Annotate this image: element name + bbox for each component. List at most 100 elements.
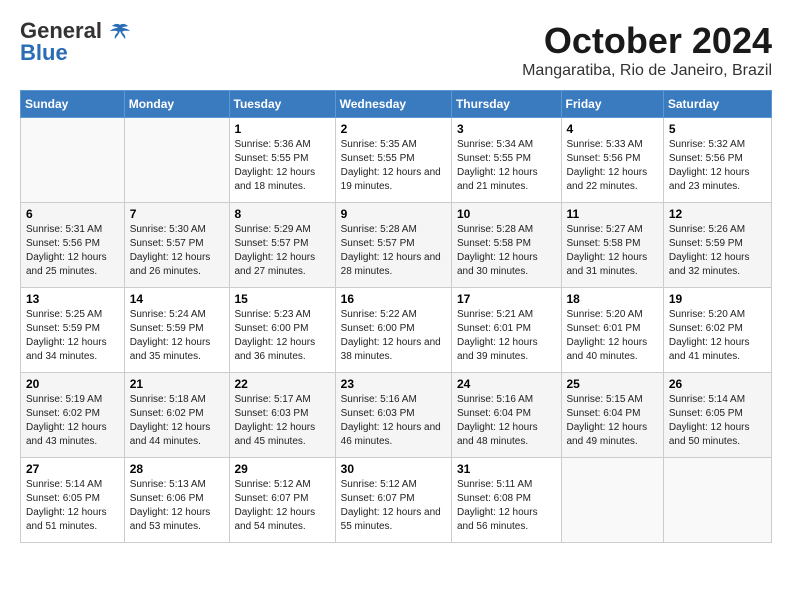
day-number: 9 xyxy=(341,207,446,221)
day-number: 29 xyxy=(235,462,330,476)
day-info: Sunrise: 5:14 AMSunset: 6:05 PMDaylight:… xyxy=(669,393,766,449)
day-info: Sunrise: 5:12 AMSunset: 6:07 PMDaylight:… xyxy=(341,478,446,534)
day-number: 19 xyxy=(669,292,766,306)
day-info: Sunrise: 5:13 AMSunset: 6:06 PMDaylight:… xyxy=(130,478,224,534)
weekday-header: Wednesday xyxy=(335,91,451,118)
calendar-day-cell: 7Sunrise: 5:30 AMSunset: 5:57 PMDaylight… xyxy=(124,203,229,288)
calendar-day-cell xyxy=(663,458,771,543)
calendar-day-cell: 14 Sunrise: 5:24 AMSunset: 5:59 PMDayligh… xyxy=(124,288,229,373)
day-number: 30 xyxy=(341,462,446,476)
day-info: Sunrise: 5:17 AMSunset: 6:03 PMDaylight:… xyxy=(235,393,330,449)
day-info: Sunrise: 5:14 AMSunset: 6:05 PMDaylight:… xyxy=(26,478,119,534)
calendar-day-cell: 5Sunrise: 5:32 AMSunset: 5:56 PMDaylight… xyxy=(663,118,771,203)
day-info: Sunrise: 5:28 AMSunset: 5:58 PMDaylight:… xyxy=(457,223,556,279)
calendar-week-row: 20Sunrise: 5:19 AMSunset: 6:02 PMDayligh… xyxy=(21,373,772,458)
calendar-day-cell: 3Sunrise: 5:34 AMSunset: 5:55 PMDaylight… xyxy=(451,118,561,203)
calendar-day-cell: 17 Sunrise: 5:21 AMSunset: 6:01 PMDayligh… xyxy=(451,288,561,373)
day-number: 12 xyxy=(669,207,766,221)
calendar-day-cell: 9 Sunrise: 5:28 AMSunset: 5:57 PMDaylight… xyxy=(335,203,451,288)
day-info: Sunrise: 5:30 AMSunset: 5:57 PMDaylight:… xyxy=(130,223,224,279)
day-number: 31 xyxy=(457,462,556,476)
calendar-day-cell: 16Sunrise: 5:22 AMSunset: 6:00 PMDayligh… xyxy=(335,288,451,373)
day-info: Sunrise: 5:29 AMSunset: 5:57 PMDaylight:… xyxy=(235,223,330,279)
day-info: Sunrise: 5:20 AMSunset: 6:01 PMDaylight:… xyxy=(567,308,658,364)
month-title: October 2024 xyxy=(522,20,772,62)
weekday-header: Sunday xyxy=(21,91,125,118)
calendar-week-row: 13 Sunrise: 5:25 AMSunset: 5:59 PMDayligh… xyxy=(21,288,772,373)
calendar-day-cell: 30 Sunrise: 5:12 AMSunset: 6:07 PMDayligh… xyxy=(335,458,451,543)
day-info: Sunrise: 5:28 AMSunset: 5:57 PMDaylight:… xyxy=(341,223,446,279)
calendar-day-cell: 11 Sunrise: 5:27 AMSunset: 5:58 PMDayligh… xyxy=(561,203,663,288)
calendar-day-cell xyxy=(124,118,229,203)
calendar-day-cell: 24Sunrise: 5:16 AMSunset: 6:04 PMDayligh… xyxy=(451,373,561,458)
calendar-week-row: 6 Sunrise: 5:31 AMSunset: 5:56 PMDaylight… xyxy=(21,203,772,288)
day-info: Sunrise: 5:15 AMSunset: 6:04 PMDaylight:… xyxy=(567,393,658,449)
day-info: Sunrise: 5:34 AMSunset: 5:55 PMDaylight:… xyxy=(457,138,556,194)
logo-blue: Blue xyxy=(20,42,68,64)
day-number: 21 xyxy=(130,377,224,391)
day-info: Sunrise: 5:25 AMSunset: 5:59 PMDaylight:… xyxy=(26,308,119,364)
day-info: Sunrise: 5:18 AMSunset: 6:02 PMDaylight:… xyxy=(130,393,224,449)
day-number: 1 xyxy=(235,122,330,136)
weekday-header: Thursday xyxy=(451,91,561,118)
calendar-day-cell: 8 Sunrise: 5:29 AMSunset: 5:57 PMDaylight… xyxy=(229,203,335,288)
day-number: 13 xyxy=(26,292,119,306)
day-number: 26 xyxy=(669,377,766,391)
day-number: 6 xyxy=(26,207,119,221)
weekday-header: Friday xyxy=(561,91,663,118)
calendar-day-cell: 1 Sunrise: 5:36 AMSunset: 5:55 PMDaylight… xyxy=(229,118,335,203)
day-info: Sunrise: 5:11 AMSunset: 6:08 PMDaylight:… xyxy=(457,478,556,534)
calendar-day-cell: 21 Sunrise: 5:18 AMSunset: 6:02 PMDayligh… xyxy=(124,373,229,458)
calendar-day-cell: 12 Sunrise: 5:26 AMSunset: 5:59 PMDayligh… xyxy=(663,203,771,288)
calendar-day-cell: 6 Sunrise: 5:31 AMSunset: 5:56 PMDaylight… xyxy=(21,203,125,288)
calendar-week-row: 27 Sunrise: 5:14 AMSunset: 6:05 PMDayligh… xyxy=(21,458,772,543)
calendar-day-cell: 19 Sunrise: 5:20 AMSunset: 6:02 PMDayligh… xyxy=(663,288,771,373)
day-info: Sunrise: 5:12 AMSunset: 6:07 PMDaylight:… xyxy=(235,478,330,534)
day-number: 8 xyxy=(235,207,330,221)
day-info: Sunrise: 5:22 AMSunset: 6:00 PMDaylight:… xyxy=(341,308,446,364)
day-number: 14 xyxy=(130,292,224,306)
day-info: Sunrise: 5:33 AMSunset: 5:56 PMDaylight:… xyxy=(567,138,658,194)
day-number: 22 xyxy=(235,377,330,391)
calendar-day-cell: 23Sunrise: 5:16 AMSunset: 6:03 PMDayligh… xyxy=(335,373,451,458)
day-number: 17 xyxy=(457,292,556,306)
day-number: 23 xyxy=(341,377,446,391)
calendar-day-cell: 15 Sunrise: 5:23 AMSunset: 6:00 PMDayligh… xyxy=(229,288,335,373)
calendar-day-cell: 13 Sunrise: 5:25 AMSunset: 5:59 PMDayligh… xyxy=(21,288,125,373)
day-number: 4 xyxy=(567,122,658,136)
day-info: Sunrise: 5:19 AMSunset: 6:02 PMDaylight:… xyxy=(26,393,119,449)
day-number: 2 xyxy=(341,122,446,136)
calendar-day-cell: 2Sunrise: 5:35 AMSunset: 5:55 PMDaylight… xyxy=(335,118,451,203)
calendar-table: SundayMondayTuesdayWednesdayThursdayFrid… xyxy=(20,90,772,543)
day-info: Sunrise: 5:32 AMSunset: 5:56 PMDaylight:… xyxy=(669,138,766,194)
calendar-day-cell: 18Sunrise: 5:20 AMSunset: 6:01 PMDayligh… xyxy=(561,288,663,373)
calendar-day-cell: 25 Sunrise: 5:15 AMSunset: 6:04 PMDayligh… xyxy=(561,373,663,458)
day-info: Sunrise: 5:16 AMSunset: 6:04 PMDaylight:… xyxy=(457,393,556,449)
calendar-day-cell: 10 Sunrise: 5:28 AMSunset: 5:58 PMDayligh… xyxy=(451,203,561,288)
location: Mangaratiba, Rio de Janeiro, Brazil xyxy=(522,62,772,80)
day-info: Sunrise: 5:24 AMSunset: 5:59 PMDaylight:… xyxy=(130,308,224,364)
day-number: 15 xyxy=(235,292,330,306)
calendar-week-row: 1 Sunrise: 5:36 AMSunset: 5:55 PMDaylight… xyxy=(21,118,772,203)
calendar-day-cell: 4 Sunrise: 5:33 AMSunset: 5:56 PMDaylight… xyxy=(561,118,663,203)
logo: General Blue xyxy=(20,20,130,64)
day-number: 11 xyxy=(567,207,658,221)
day-number: 10 xyxy=(457,207,556,221)
calendar-day-cell: 29 Sunrise: 5:12 AMSunset: 6:07 PMDayligh… xyxy=(229,458,335,543)
day-info: Sunrise: 5:23 AMSunset: 6:00 PMDaylight:… xyxy=(235,308,330,364)
day-info: Sunrise: 5:20 AMSunset: 6:02 PMDaylight:… xyxy=(669,308,766,364)
calendar-header-row: SundayMondayTuesdayWednesdayThursdayFrid… xyxy=(21,91,772,118)
calendar-day-cell xyxy=(561,458,663,543)
calendar-day-cell: 22 Sunrise: 5:17 AMSunset: 6:03 PMDayligh… xyxy=(229,373,335,458)
day-info: Sunrise: 5:36 AMSunset: 5:55 PMDaylight:… xyxy=(235,138,330,194)
weekday-header: Monday xyxy=(124,91,229,118)
day-info: Sunrise: 5:27 AMSunset: 5:58 PMDaylight:… xyxy=(567,223,658,279)
day-number: 27 xyxy=(26,462,119,476)
weekday-header: Tuesday xyxy=(229,91,335,118)
day-info: Sunrise: 5:26 AMSunset: 5:59 PMDaylight:… xyxy=(669,223,766,279)
day-number: 25 xyxy=(567,377,658,391)
day-info: Sunrise: 5:21 AMSunset: 6:01 PMDaylight:… xyxy=(457,308,556,364)
calendar-day-cell: 20Sunrise: 5:19 AMSunset: 6:02 PMDayligh… xyxy=(21,373,125,458)
day-info: Sunrise: 5:31 AMSunset: 5:56 PMDaylight:… xyxy=(26,223,119,279)
day-number: 28 xyxy=(130,462,224,476)
